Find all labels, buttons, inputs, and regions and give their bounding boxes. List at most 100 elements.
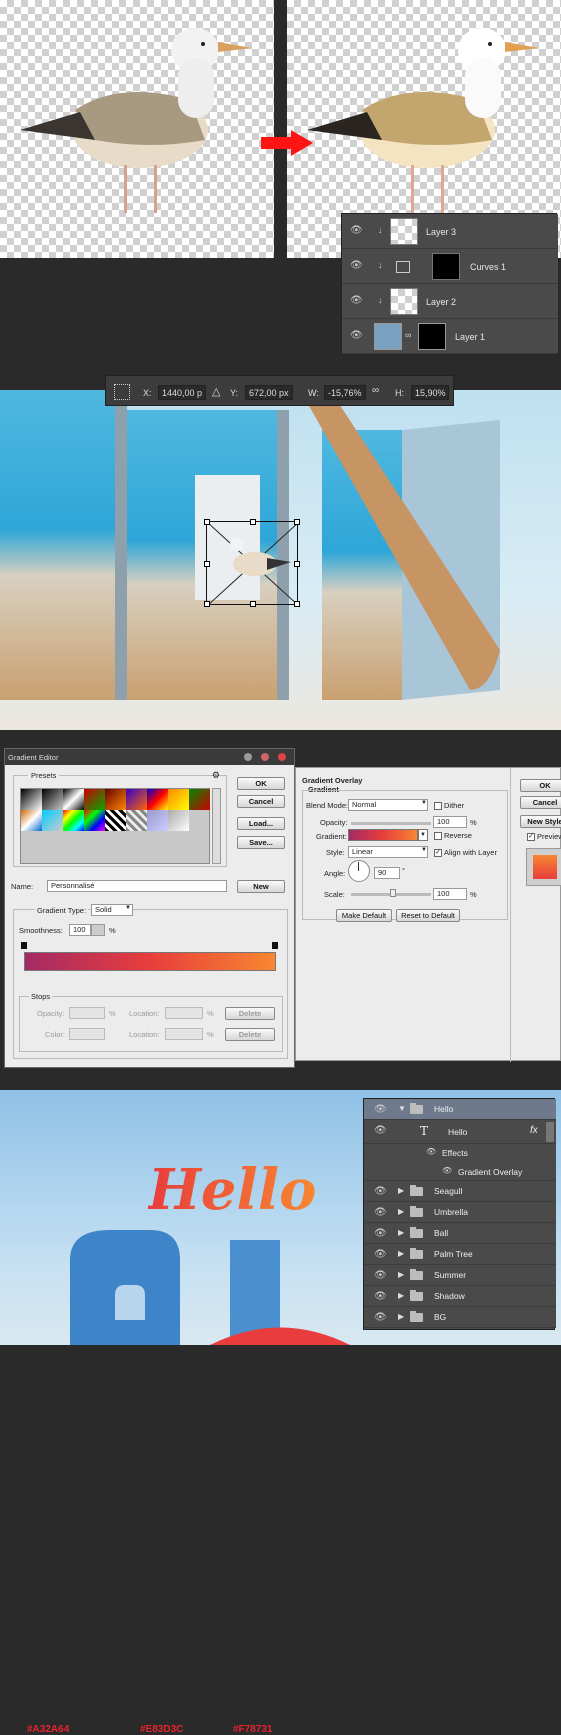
chevron-right-icon[interactable]: ▶ <box>398 1249 404 1258</box>
layer-group-row[interactable]: 👁 ▶ Summer <box>364 1265 556 1286</box>
chevron-right-icon[interactable]: ▶ <box>398 1270 404 1279</box>
w-input[interactable]: -15,76% <box>324 385 366 400</box>
preset-swatch-grid[interactable] <box>20 788 210 864</box>
transform-bounding-box[interactable] <box>204 519 300 607</box>
angle-input[interactable]: 90 <box>374 867 400 879</box>
close-icon[interactable] <box>278 753 286 761</box>
transform-handle[interactable] <box>250 519 256 525</box>
opacity-stop-marker[interactable] <box>272 942 278 949</box>
load-button[interactable]: Load... <box>237 817 285 830</box>
eye-icon[interactable]: 👁 <box>374 1249 387 1260</box>
cancel-button[interactable]: Cancel <box>520 796 561 809</box>
scrollbar[interactable] <box>546 1122 554 1142</box>
gradient-picker[interactable] <box>348 829 418 841</box>
ok-button[interactable]: OK <box>520 779 561 792</box>
scale-input[interactable]: 100 <box>433 888 467 900</box>
preset-swatch[interactable] <box>42 789 63 810</box>
preset-swatch[interactable] <box>63 810 84 831</box>
save-button[interactable]: Save... <box>237 836 285 849</box>
preset-swatch[interactable] <box>147 810 168 831</box>
delete-opacity-stop-button[interactable]: Delete <box>225 1007 275 1020</box>
transform-handle[interactable] <box>294 561 300 567</box>
chevron-right-icon[interactable]: ▶ <box>398 1228 404 1237</box>
smoothness-input[interactable]: 100 <box>69 924 91 936</box>
text-layer-row[interactable]: 👁 T Hello fx <box>364 1120 556 1144</box>
preset-swatch[interactable] <box>147 789 168 810</box>
eye-icon[interactable]: 👁 <box>350 330 363 341</box>
layer-row[interactable]: 👁 ∞ Layer 1 <box>342 319 558 354</box>
preset-swatch[interactable] <box>84 789 105 810</box>
eye-icon[interactable]: 👁 <box>374 1125 387 1136</box>
transform-handle[interactable] <box>294 519 300 525</box>
new-style-button[interactable]: New Style <box>520 815 561 828</box>
reference-point-icon[interactable] <box>114 384 130 400</box>
make-default-button[interactable]: Make Default <box>336 909 392 922</box>
transform-handle[interactable] <box>204 561 210 567</box>
gear-icon[interactable]: ⚙ <box>212 770 220 781</box>
chevron-right-icon[interactable]: ▶ <box>398 1312 404 1321</box>
dither-checkbox[interactable]: Dither <box>434 801 464 811</box>
presets-scrollbar[interactable] <box>212 788 221 864</box>
name-input[interactable]: Personnalisé <box>47 880 227 892</box>
layer-group-row[interactable]: 👁 ▶ Seagull <box>364 1181 556 1202</box>
y-input[interactable]: 672,00 px <box>245 385 293 400</box>
preset-swatch[interactable] <box>84 810 105 831</box>
blend-mode-select[interactable]: Normal <box>348 799 428 811</box>
link-icon[interactable]: ∞ <box>372 385 379 396</box>
preset-swatch[interactable] <box>168 810 189 831</box>
preset-swatch[interactable] <box>189 789 210 810</box>
eye-icon[interactable]: 👁 <box>442 1166 452 1175</box>
eye-icon[interactable]: 👁 <box>350 225 363 236</box>
chevron-down-icon[interactable]: ▼ <box>398 1104 406 1113</box>
chevron-right-icon[interactable]: ▶ <box>398 1186 404 1195</box>
ok-button[interactable]: OK <box>237 777 285 790</box>
preset-swatch[interactable] <box>21 789 42 810</box>
chevron-right-icon[interactable]: ▶ <box>398 1207 404 1216</box>
effect-gradient-overlay-row[interactable]: 👁 Gradient Overlay <box>364 1162 556 1181</box>
layer-row[interactable]: 👁 ↓ Curves 1 <box>342 249 558 284</box>
opacity-slider[interactable] <box>351 822 431 825</box>
reverse-checkbox[interactable]: Reverse <box>434 831 472 841</box>
stop-opacity-input[interactable] <box>69 1007 105 1019</box>
preset-swatch[interactable] <box>42 810 63 831</box>
layer-row[interactable]: 👁 ↓ Layer 2 <box>342 284 558 319</box>
preset-swatch[interactable] <box>63 789 84 810</box>
reset-default-button[interactable]: Reset to Default <box>396 909 460 922</box>
preview-checkbox[interactable]: ✓ Preview <box>527 832 561 842</box>
layer-group-row-selected[interactable]: 👁 ▼ Hello <box>364 1099 556 1120</box>
align-layer-checkbox[interactable]: ✓ Align with Layer <box>434 848 497 858</box>
transform-handle[interactable] <box>250 601 256 607</box>
eye-icon[interactable]: 👁 <box>426 1147 436 1156</box>
angle-dial[interactable] <box>348 860 370 882</box>
layer-group-row[interactable]: 👁 ▶ Palm Tree <box>364 1244 556 1265</box>
minimize-icon[interactable] <box>244 753 252 761</box>
chevron-down-icon[interactable]: ▼ <box>418 829 428 841</box>
eye-icon[interactable]: 👁 <box>374 1228 387 1239</box>
delete-color-stop-button[interactable]: Delete <box>225 1028 275 1041</box>
stop-color-swatch[interactable] <box>69 1028 105 1040</box>
preset-swatch[interactable] <box>126 810 147 831</box>
preset-swatch[interactable] <box>105 789 126 810</box>
layer-group-row[interactable]: 👁 ▶ Shadow <box>364 1286 556 1307</box>
layer-group-row[interactable]: 👁 ▶ Umbrella <box>364 1202 556 1223</box>
eye-icon[interactable]: 👁 <box>350 260 363 271</box>
eye-icon[interactable]: 👁 <box>374 1207 387 1218</box>
maximize-icon[interactable] <box>261 753 269 761</box>
eye-icon[interactable]: 👁 <box>374 1270 387 1281</box>
preset-swatch[interactable] <box>21 810 42 831</box>
effects-row[interactable]: 👁 Effects <box>364 1144 556 1162</box>
opacity-stop-marker[interactable] <box>21 942 27 949</box>
layer-group-row[interactable]: 👁 ▶ BG <box>364 1307 556 1328</box>
layer-row[interactable]: 👁 ↓ Layer 3 <box>342 214 558 249</box>
eye-icon[interactable]: 👁 <box>374 1186 387 1197</box>
transform-handle[interactable] <box>294 601 300 607</box>
transform-handle[interactable] <box>204 519 210 525</box>
smoothness-stepper[interactable] <box>91 924 105 936</box>
chevron-right-icon[interactable]: ▶ <box>398 1291 404 1300</box>
eye-icon[interactable]: 👁 <box>374 1312 387 1323</box>
opacity-input[interactable]: 100 <box>433 816 467 828</box>
gradient-preview-bar[interactable] <box>24 952 276 971</box>
style-select[interactable]: Linear <box>348 846 428 858</box>
preset-swatch[interactable] <box>105 810 126 831</box>
layer-group-row[interactable]: 👁 ▶ Ball <box>364 1223 556 1244</box>
